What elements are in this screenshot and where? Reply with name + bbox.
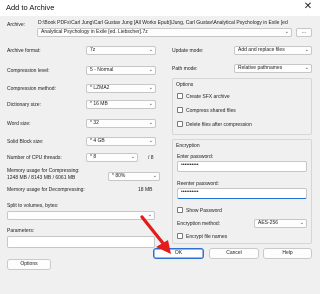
solid-select[interactable]: * 4 GB ⌄ — [86, 137, 156, 146]
chevron-down-icon: ⌄ — [148, 120, 153, 126]
delete-checkbox[interactable] — [177, 121, 183, 127]
update-value: Add and replace files — [238, 47, 285, 53]
update-label: Update mode: — [172, 48, 204, 54]
chevron-down-icon: ⌄ — [148, 101, 153, 107]
show-password-label: Show Password — [186, 208, 222, 214]
mem-comp-select[interactable]: * 80% ⌄ — [108, 172, 160, 181]
level-label: Compression level: — [7, 68, 50, 74]
chevron-down-icon: ⌄ — [299, 220, 304, 226]
cancel-button[interactable]: Cancel — [209, 248, 259, 259]
solid-value: * 4 GB — [90, 138, 105, 144]
chevron-down-icon: ⌄ — [304, 47, 309, 53]
format-select[interactable]: 7z ⌄ — [86, 46, 156, 55]
word-label: Word size: — [7, 121, 31, 127]
chevron-down-icon: ⌄ — [148, 47, 153, 53]
shared-checkbox[interactable] — [177, 107, 183, 113]
options-button[interactable]: Options — [7, 259, 51, 270]
split-label: Split to volumes, bytes: — [7, 203, 59, 209]
options-group-title: Options — [176, 82, 194, 88]
enter-password-label: Enter password: — [177, 154, 214, 160]
show-password-checkbox[interactable] — [177, 207, 183, 213]
reenter-password-label: Reenter password: — [177, 181, 219, 187]
dict-value: * 16 MB — [90, 101, 108, 107]
enter-password-input[interactable]: •••••••••• — [177, 161, 307, 172]
dict-label: Dictionary size: — [7, 102, 41, 108]
path-select[interactable]: Relative pathnames ⌄ — [234, 64, 312, 73]
format-value: 7z — [90, 47, 96, 53]
delete-label: Delete files after compression — [186, 122, 252, 128]
enc-method-value: AES-256 — [258, 220, 279, 226]
solid-label: Solid Block size: — [7, 139, 44, 145]
params-label: Parameters: — [7, 228, 35, 234]
dict-select[interactable]: * 16 MB ⌄ — [86, 100, 156, 109]
mem-comp-detail: 1248 MB / 8143 MB / 6061 MB — [7, 175, 76, 181]
encryption-group-title: Encryption — [176, 143, 200, 149]
sfx-label: Create SFX archive — [186, 94, 230, 100]
close-icon[interactable]: ✕ — [302, 1, 314, 13]
reenter-password-input[interactable]: •••••••••• — [177, 188, 307, 199]
archive-filename-value: Analytical Psychology in Exile [ed. Lieb… — [41, 29, 148, 35]
sfx-checkbox[interactable] — [177, 93, 183, 99]
threads-label: Number of CPU threads: — [7, 155, 62, 161]
method-select[interactable]: * LZMA2 ⌄ — [86, 84, 156, 93]
enc-method-select[interactable]: AES-256 ⌄ — [254, 219, 307, 228]
split-select[interactable]: ⌄ — [7, 211, 155, 220]
browse-button[interactable]: ... — [296, 28, 312, 37]
level-select[interactable]: 5 - Normal ⌄ — [86, 66, 156, 75]
path-label: Path mode: — [172, 66, 198, 72]
chevron-down-icon: ⌄ — [130, 154, 135, 160]
mem-comp-value: * 80% — [112, 173, 126, 179]
mem-comp-label: Memory usage for Compressing: — [7, 168, 80, 174]
path-value: Relative pathnames — [238, 65, 283, 71]
chevron-down-icon: ⌄ — [148, 85, 153, 91]
annotation-arrow-icon — [140, 215, 171, 254]
shared-label: Compress shared files — [186, 108, 236, 114]
mem-decomp-label: Memory usage for Decompressing: — [7, 187, 85, 193]
chevron-down-icon: ⌄ — [148, 67, 153, 73]
encrypt-names-label: Encrypt file names — [186, 234, 228, 240]
title-bar: Add to Archive ✕ — [0, 0, 320, 16]
enc-method-label: Encryption method: — [177, 221, 221, 227]
help-button[interactable]: Help — [263, 248, 312, 259]
archive-filename-combo[interactable]: Analytical Psychology in Exile [ed. Lieb… — [37, 28, 292, 37]
threads-select[interactable]: * 8 ⌄ — [86, 153, 138, 162]
archive-label: Archive: — [7, 22, 26, 28]
method-label: Compression method: — [7, 86, 56, 92]
method-value: * LZMA2 — [90, 85, 110, 91]
archive-path-text: D:\Book PDFs\Carl Jung\Carl Gustav Jung … — [38, 20, 288, 26]
update-select[interactable]: Add and replace files ⌄ — [234, 46, 312, 55]
chevron-down-icon: ⌄ — [148, 138, 153, 144]
window-title: Add to Archive — [6, 3, 55, 12]
mem-decomp-value: 18 MB — [138, 187, 153, 193]
threads-max: / 8 — [148, 155, 154, 161]
params-input[interactable] — [7, 236, 155, 248]
chevron-down-icon: ⌄ — [304, 65, 309, 71]
format-label: Archive format: — [7, 48, 41, 54]
word-value: * 32 — [90, 120, 99, 126]
chevron-down-icon: ⌄ — [284, 29, 289, 35]
level-value: 5 - Normal — [90, 67, 114, 73]
chevron-down-icon: ⌄ — [152, 173, 157, 179]
threads-value: * 8 — [90, 154, 97, 160]
word-select[interactable]: * 32 ⌄ — [86, 119, 156, 128]
